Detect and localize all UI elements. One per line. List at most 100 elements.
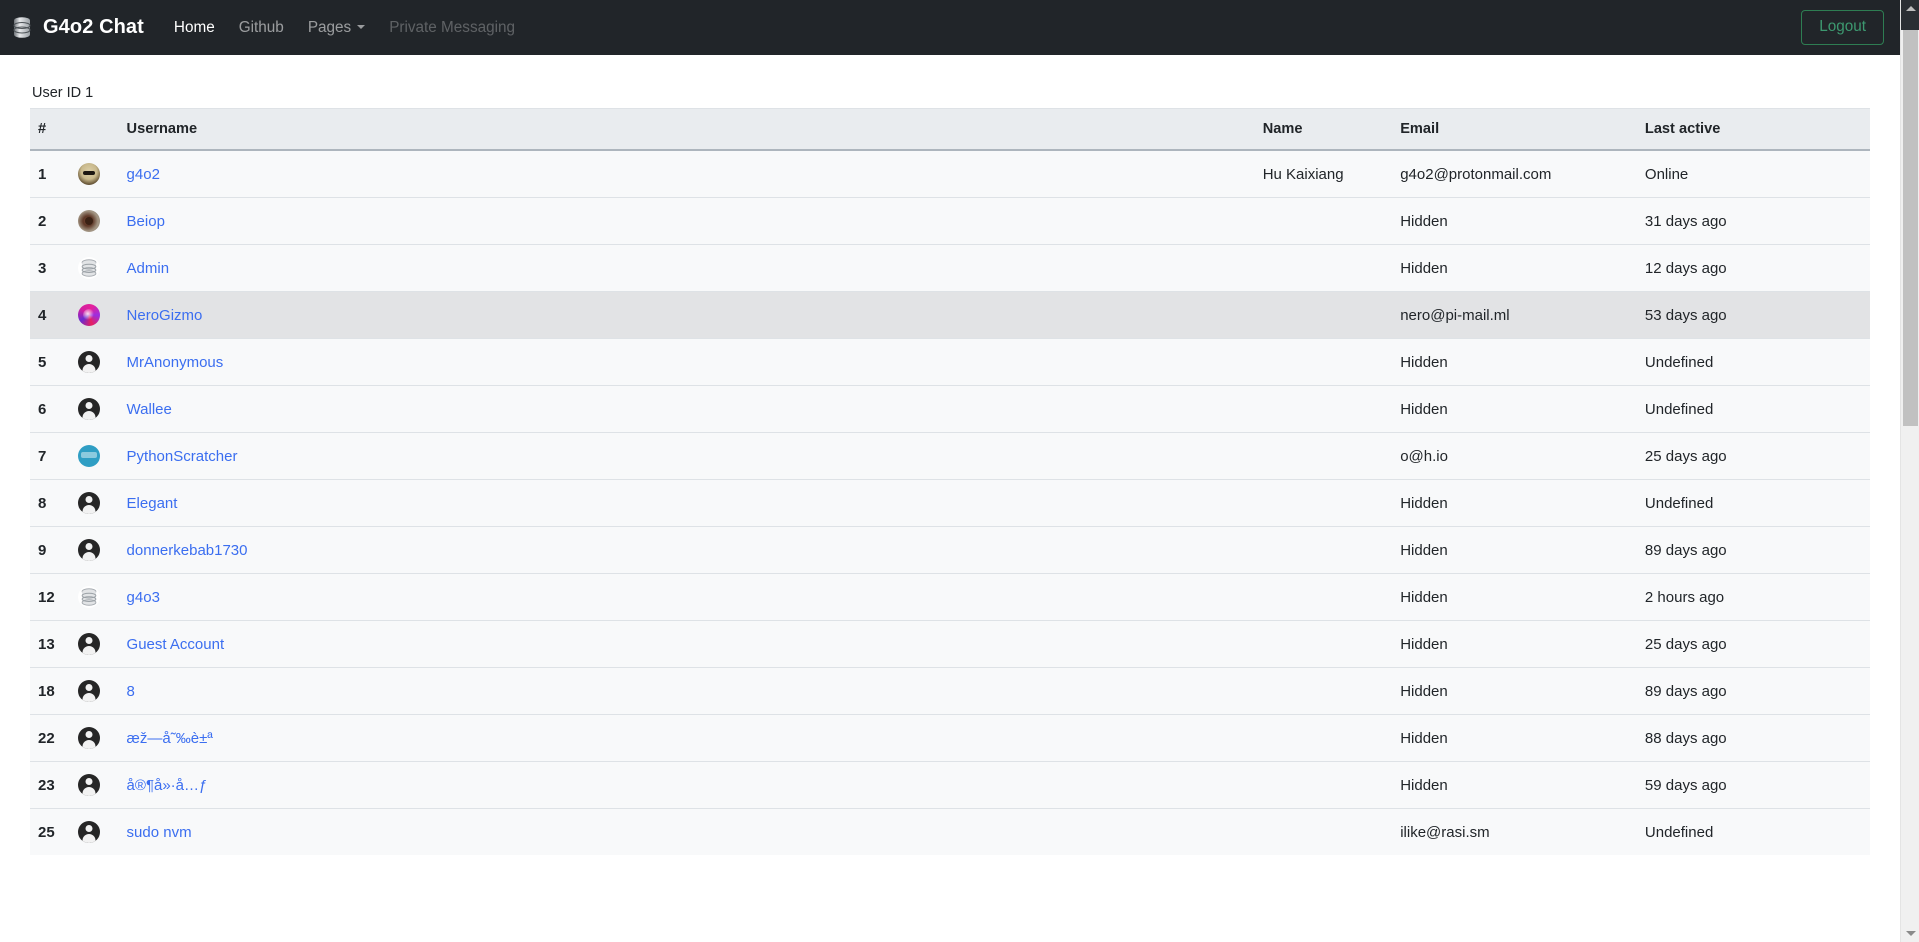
cell-username: MrAnonymous xyxy=(119,339,1255,386)
page-scrollbar[interactable] xyxy=(1900,0,1919,942)
cell-name xyxy=(1255,245,1393,292)
page-content: User ID 1 # Username Name Email Last act… xyxy=(0,55,1900,855)
cell-email: Hidden xyxy=(1392,715,1637,762)
brand-home-link[interactable]: G4o2 Chat xyxy=(10,15,144,41)
cell-index: 5 xyxy=(30,339,70,386)
cell-index: 9 xyxy=(30,527,70,574)
nav-link-private-messaging: Private Messaging xyxy=(377,11,527,45)
table-row[interactable]: 23å®¶å»·å…ƒHidden59 days ago xyxy=(30,762,1870,809)
cell-name: Hu Kaixiang xyxy=(1255,150,1393,198)
avatar xyxy=(78,680,100,702)
brand-title: G4o2 Chat xyxy=(43,16,144,39)
table-row[interactable]: 3AdminHidden12 days ago xyxy=(30,245,1870,292)
table-row[interactable]: 7PythonScratchero@h.io25 days ago xyxy=(30,433,1870,480)
cell-last-active: 89 days ago xyxy=(1637,668,1870,715)
username-link[interactable]: 8 xyxy=(127,683,135,700)
cell-index: 3 xyxy=(30,245,70,292)
cell-email: g4o2@protonmail.com xyxy=(1392,150,1637,198)
cell-username: Wallee xyxy=(119,386,1255,433)
cell-last-active: 25 days ago xyxy=(1637,621,1870,668)
username-link[interactable]: Admin xyxy=(127,260,170,277)
column-header-name[interactable]: Name xyxy=(1255,109,1393,151)
cell-index: 8 xyxy=(30,480,70,527)
table-row[interactable]: 4NeroGizmonero@pi-mail.ml53 days ago xyxy=(30,292,1870,339)
username-link[interactable]: sudo nvm xyxy=(127,824,192,841)
cell-username: Guest Account xyxy=(119,621,1255,668)
avatar xyxy=(78,304,100,326)
cell-avatar xyxy=(70,386,119,433)
cell-last-active: 12 days ago xyxy=(1637,245,1870,292)
cell-last-active: 2 hours ago xyxy=(1637,574,1870,621)
nav-link-pages-label: Pages xyxy=(308,19,351,36)
username-link[interactable]: Wallee xyxy=(127,401,172,418)
table-row[interactable]: 9donnerkebab1730Hidden89 days ago xyxy=(30,527,1870,574)
cell-email: Hidden xyxy=(1392,386,1637,433)
cell-email: Hidden xyxy=(1392,480,1637,527)
table-row[interactable]: 6WalleeHiddenUndefined xyxy=(30,386,1870,433)
cell-name xyxy=(1255,574,1393,621)
table-row[interactable]: 22æž—å˜‰è±ªHidden88 days ago xyxy=(30,715,1870,762)
nav-link-pages[interactable]: Pages xyxy=(296,11,377,45)
table-row[interactable]: 5MrAnonymousHiddenUndefined xyxy=(30,339,1870,386)
users-table-body: 1 g4o2 Hu Kaixiangg4o2@protonmail.comOnlin… xyxy=(30,150,1870,855)
cell-email: Hidden xyxy=(1392,621,1637,668)
cell-last-active: Undefined xyxy=(1637,480,1870,527)
cell-email: Hidden xyxy=(1392,762,1637,809)
cell-name xyxy=(1255,433,1393,480)
username-link[interactable]: MrAnonymous xyxy=(127,354,224,371)
users-table-head: # Username Name Email Last active xyxy=(30,109,1870,151)
table-row[interactable]: 2BeiopHidden31 days ago xyxy=(30,198,1870,245)
cell-username: g4o2 xyxy=(119,150,1255,198)
username-link[interactable]: æž—å˜‰è±ª xyxy=(127,730,213,747)
cell-email: Hidden xyxy=(1392,527,1637,574)
scrollbar-up-button[interactable] xyxy=(1901,0,1919,17)
table-row[interactable]: 8 Elegant HiddenUndefined xyxy=(30,480,1870,527)
database-icon-svg xyxy=(10,15,34,41)
cell-index: 18 xyxy=(30,668,70,715)
cell-avatar xyxy=(70,198,119,245)
scrollbar-thumb[interactable] xyxy=(1903,30,1918,426)
username-link[interactable]: Beiop xyxy=(127,213,165,230)
scrollbar-track-top[interactable] xyxy=(1901,17,1919,30)
table-row[interactable]: 1 g4o2 Hu Kaixiangg4o2@protonmail.comOnlin… xyxy=(30,150,1870,198)
nav-link-github[interactable]: Github xyxy=(227,11,296,45)
cell-last-active: Online xyxy=(1637,150,1870,198)
nav-links: Home Github Pages Private Messaging xyxy=(162,11,527,45)
table-row[interactable]: 25sudo nvmilike@rasi.smUndefined xyxy=(30,809,1870,856)
username-link[interactable]: Guest Account xyxy=(127,636,225,653)
cell-email: Hidden xyxy=(1392,574,1637,621)
username-link[interactable]: å®¶å»·å…ƒ xyxy=(127,777,208,794)
username-link[interactable]: NeroGizmo xyxy=(127,307,203,324)
triangle-up-icon xyxy=(1906,6,1916,11)
cell-index: 1 xyxy=(30,150,70,198)
scrollbar-down-button[interactable] xyxy=(1901,925,1919,942)
cell-username: Admin xyxy=(119,245,1255,292)
cell-name xyxy=(1255,339,1393,386)
avatar xyxy=(78,445,100,467)
nav-link-home[interactable]: Home xyxy=(162,11,227,45)
username-link[interactable]: g4o3 xyxy=(127,589,160,606)
table-row[interactable]: 188Hidden89 days ago xyxy=(30,668,1870,715)
cell-avatar xyxy=(70,339,119,386)
table-row[interactable]: 13Guest AccountHidden25 days ago xyxy=(30,621,1870,668)
cell-username: 8 xyxy=(119,668,1255,715)
username-link[interactable]: g4o2 xyxy=(127,166,160,183)
column-header-email[interactable]: Email xyxy=(1392,109,1637,151)
logout-button[interactable]: Logout xyxy=(1801,10,1884,44)
cell-username: æž—å˜‰è±ª xyxy=(119,715,1255,762)
column-header-avatar xyxy=(70,109,119,151)
column-header-username[interactable]: Username xyxy=(119,109,1255,151)
cell-name xyxy=(1255,198,1393,245)
avatar xyxy=(78,351,100,373)
cell-last-active: 59 days ago xyxy=(1637,762,1870,809)
cell-name xyxy=(1255,762,1393,809)
username-link[interactable]: Elegant xyxy=(127,495,178,512)
username-link[interactable]: donnerkebab1730 xyxy=(127,542,248,559)
username-link[interactable]: PythonScratcher xyxy=(127,448,238,465)
cell-email: o@h.io xyxy=(1392,433,1637,480)
cell-name xyxy=(1255,386,1393,433)
cell-avatar xyxy=(70,762,119,809)
table-row[interactable]: 12g4o3Hidden2 hours ago xyxy=(30,574,1870,621)
column-header-last-active[interactable]: Last active xyxy=(1637,109,1870,151)
column-header-index[interactable]: # xyxy=(30,109,70,151)
